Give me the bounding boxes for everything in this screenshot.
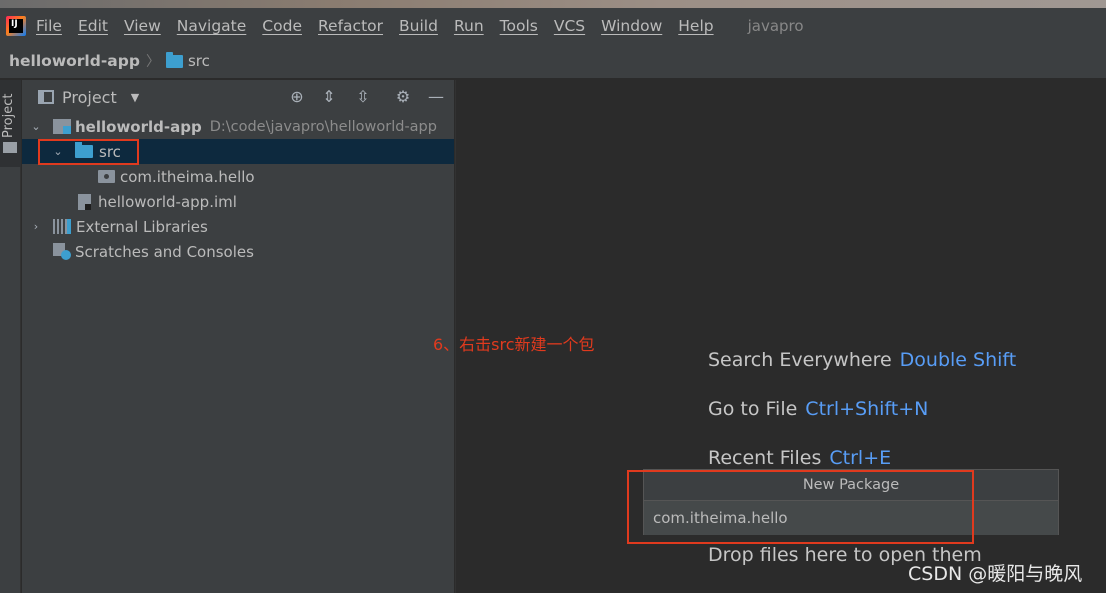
menu-edit[interactable]: Edit <box>78 17 108 35</box>
menu-bar: IJ File Edit View Navigate Code Refactor… <box>0 8 1106 44</box>
external-libraries-label: External Libraries <box>76 217 208 236</box>
project-tool-tab-label: Project <box>1 93 16 138</box>
menu-code[interactable]: Code <box>262 17 302 35</box>
menu-tools[interactable]: Tools <box>500 17 538 35</box>
collapsed-chevron-icon[interactable]: › <box>29 220 43 233</box>
hint-goto-key: Ctrl+Shift+N <box>805 398 929 420</box>
tutorial-annotation: 6、右击src新建一个包 <box>433 335 595 354</box>
csdn-watermark: CSDN @暖阳与晚风 <box>908 563 1083 585</box>
menu-view[interactable]: View <box>124 17 161 35</box>
desktop-background-strip <box>0 0 1106 8</box>
menu-window[interactable]: Window <box>601 17 662 35</box>
view-selector-chevron-down-icon[interactable]: ▼ <box>131 91 139 104</box>
hint-recent-label: Recent Files <box>708 447 822 469</box>
menu-refactor[interactable]: Refactor <box>318 17 383 35</box>
folder-icon <box>165 51 183 68</box>
iml-file-icon <box>78 193 91 210</box>
scratches-icon <box>53 243 71 260</box>
tree-item-iml[interactable]: helloworld-app.iml <box>22 189 454 214</box>
libraries-icon <box>53 219 71 234</box>
hint-go-to-file: Go to File Ctrl+Shift+N <box>708 398 928 420</box>
scratches-label: Scratches and Consoles <box>75 242 254 261</box>
hint-search-everywhere: Search Everywhere Double Shift <box>708 349 1016 371</box>
menu-run[interactable]: Run <box>454 17 484 35</box>
project-panel-header: Project ▼ ⊕ ⇕ ⇳ ⚙ — <box>22 80 454 114</box>
menu-build[interactable]: Build <box>399 17 438 35</box>
project-panel-title[interactable]: Project <box>62 88 117 107</box>
iml-label: helloworld-app.iml <box>98 192 237 211</box>
hint-recent-key: Ctrl+E <box>829 447 892 469</box>
tree-item-module[interactable]: ⌄ helloworld-app D:\code\javapro\hellowo… <box>22 114 454 139</box>
project-tool-folder-icon <box>3 142 17 153</box>
gear-icon[interactable]: ⚙ <box>393 87 413 107</box>
expand-all-icon[interactable]: ⇕ <box>319 87 339 107</box>
locate-target-icon[interactable]: ⊕ <box>287 87 307 107</box>
menu-help[interactable]: Help <box>678 17 713 35</box>
hide-panel-icon[interactable]: — <box>426 87 446 107</box>
tree-item-package[interactable]: com.itheima.hello <box>22 164 454 189</box>
breadcrumb-separator-icon: 〉 <box>145 54 160 70</box>
project-view-icon <box>38 90 54 104</box>
menu-file[interactable]: File <box>36 17 62 35</box>
project-tool-tab[interactable]: Project <box>0 80 21 167</box>
dialog-highlight-box <box>627 470 974 544</box>
left-tool-stripe: Project <box>0 80 21 593</box>
package-label: com.itheima.hello <box>120 167 255 186</box>
navigation-breadcrumb: helloworld-app 〉 src <box>0 44 1106 79</box>
breadcrumb-folder[interactable]: src <box>188 52 210 70</box>
hint-search-label: Search Everywhere <box>708 349 892 371</box>
hint-recent-files: Recent Files Ctrl+E <box>708 447 891 469</box>
hint-goto-label: Go to File <box>708 398 798 420</box>
tree-item-external-libraries[interactable]: › External Libraries <box>22 214 454 239</box>
hint-search-key: Double Shift <box>899 349 1017 371</box>
src-highlight-box <box>38 139 139 165</box>
module-path: D:\code\javapro\helloworld-app <box>209 118 437 135</box>
menu-navigate[interactable]: Navigate <box>177 17 247 35</box>
collapse-all-icon[interactable]: ⇳ <box>353 87 373 107</box>
intellij-logo-icon: IJ <box>6 16 26 36</box>
expanded-chevron-icon[interactable]: ⌄ <box>29 120 43 133</box>
menu-vcs[interactable]: VCS <box>554 17 585 35</box>
tree-item-scratches[interactable]: Scratches and Consoles <box>22 239 454 264</box>
window-project-name: javapro <box>747 17 804 35</box>
package-icon <box>98 170 115 183</box>
module-name: helloworld-app <box>75 117 202 136</box>
module-icon <box>53 119 71 134</box>
breadcrumb-module[interactable]: helloworld-app <box>9 52 140 70</box>
